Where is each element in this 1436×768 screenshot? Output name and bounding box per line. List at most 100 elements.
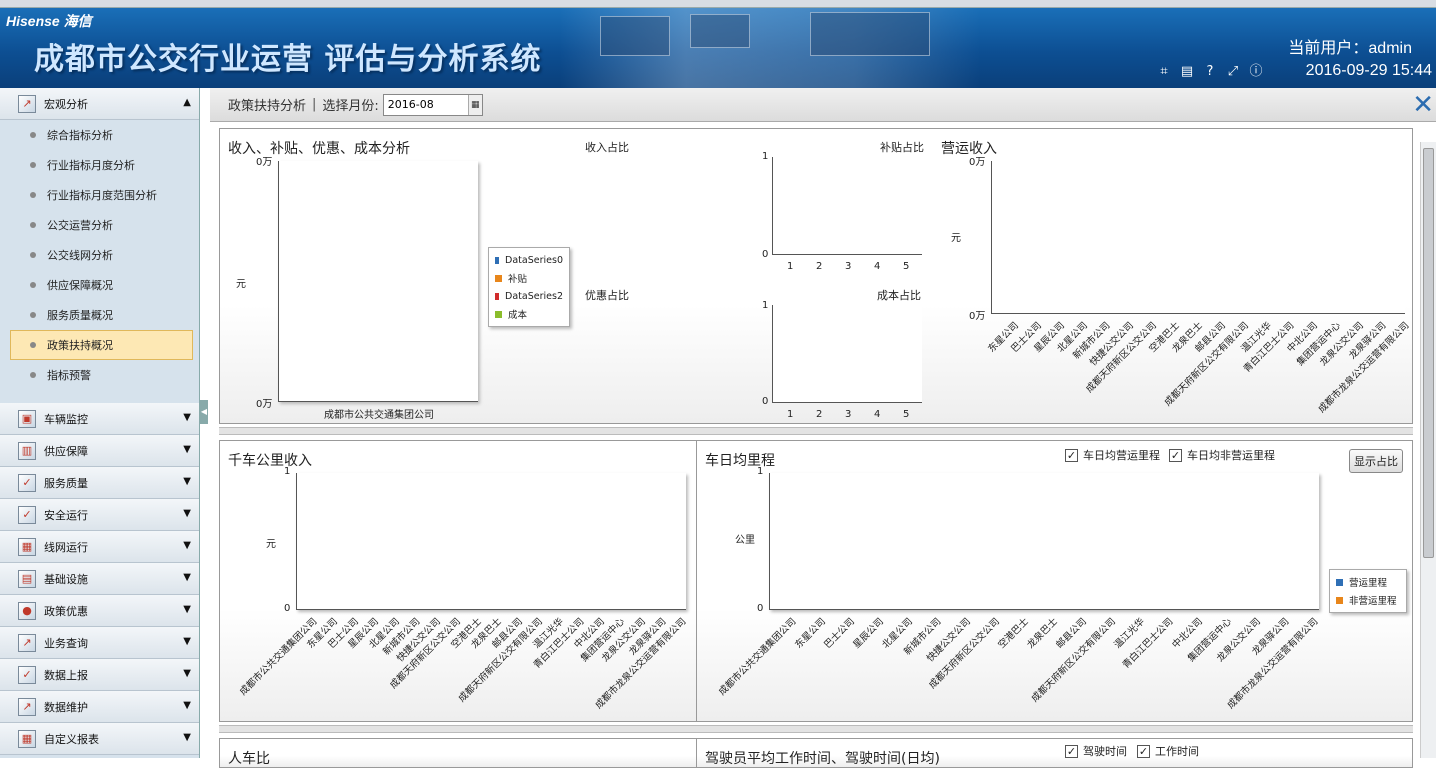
scrollbar-thumb[interactable]	[1423, 148, 1434, 558]
sidebar-group[interactable]: ▦ 自定义报表 ▼	[0, 723, 199, 755]
month-label: 选择月份:	[322, 99, 379, 114]
discount-share-title: 优惠占比	[585, 289, 629, 302]
x-tick: 5	[903, 409, 910, 420]
legend-item: 补贴	[495, 269, 563, 287]
chevron-down-icon: ▼	[183, 732, 191, 743]
x-tick: 1	[787, 261, 794, 272]
checkbox-checked-icon[interactable]: ✓	[1065, 744, 1078, 758]
sidebar-group-macro[interactable]: ↗ 宏观分析 ▲	[0, 88, 199, 120]
sidebar-group[interactable]: ✓ 安全运行 ▼	[0, 499, 199, 531]
checkbox-driving-time[interactable]: ✓ 驾驶时间	[1065, 743, 1127, 759]
sidebar-group[interactable]: ● 政策优惠 ▼	[0, 595, 199, 627]
sidebar-group[interactable]: ▤ 基础设施 ▼	[0, 563, 199, 595]
bus-banner-image	[560, 8, 980, 88]
checkbox-checked-icon[interactable]: ✓	[1065, 448, 1078, 462]
sidebar-item[interactable]: 指标预警	[0, 360, 199, 390]
splitter[interactable]	[219, 725, 1413, 733]
chart-plot	[278, 161, 478, 402]
x-tick: 成都市公共交通集团公司	[238, 616, 320, 698]
cost-share-title: 成本占比	[877, 289, 921, 302]
report-icon: ✓	[18, 665, 36, 684]
y-axis-label: 公里	[735, 535, 755, 546]
breadcrumb: 政策扶持分析	[228, 99, 307, 114]
sidebar-group[interactable]: ↗ 业务查询 ▼	[0, 627, 199, 659]
sidebar-item[interactable]: 供应保障概况	[0, 270, 199, 300]
keyboard-icon[interactable]: ▤	[1179, 64, 1195, 80]
checkbox-operating-mileage[interactable]: ✓ 车日均营运里程	[1065, 447, 1160, 463]
sidebar-item[interactable]: 公交线网分析	[0, 240, 199, 270]
chevron-down-icon: ▼	[183, 508, 191, 519]
chevron-down-icon: ▼	[183, 636, 191, 647]
sidebar-group[interactable]: ▥ 供应保障 ▼	[0, 435, 199, 467]
show-share-button[interactable]: 显示占比	[1349, 449, 1403, 473]
safety-icon: ✓	[18, 505, 36, 524]
panel-title: 千车公里收入	[228, 453, 312, 469]
header-tools: ⌗ ▤ ? ⤢ ⓘ	[1156, 64, 1264, 80]
panel-title: 车日均里程	[705, 453, 775, 469]
current-datetime: 2016-09-29 15:44	[1305, 62, 1432, 79]
quality-icon: ✓	[18, 473, 36, 492]
y-tick: 1	[762, 151, 769, 162]
splitter[interactable]	[219, 427, 1413, 435]
help-icon[interactable]: ?	[1202, 64, 1218, 80]
chart-plot	[296, 473, 686, 610]
close-icon[interactable]: ✕	[1412, 92, 1434, 118]
y-tick: 1	[757, 466, 764, 477]
sidebar-group[interactable]: ✓ 数据上报 ▼	[0, 659, 199, 691]
legend-item: 非营运里程	[1336, 591, 1400, 609]
chevron-down-icon: ▼	[183, 700, 191, 711]
y-tick: 0	[757, 603, 764, 614]
bullet-icon	[30, 132, 36, 138]
month-input[interactable]	[383, 94, 468, 115]
x-tick: 3	[845, 261, 852, 272]
bullet-icon	[30, 312, 36, 318]
bullet-icon	[30, 282, 36, 288]
legend-swatch	[495, 310, 502, 318]
crop-icon[interactable]: ⌗	[1156, 64, 1172, 80]
bullet-icon	[30, 222, 36, 228]
sidebar-collapse-handle[interactable]: ◀	[200, 400, 208, 424]
x-tick: 龙泉巴士	[1025, 616, 1060, 651]
month-picker[interactable]: ▦	[382, 93, 483, 116]
sidebar-group[interactable]: ▣ 车辆监控 ▼	[0, 403, 199, 435]
checkbox-working-time[interactable]: ✓ 工作时间	[1137, 743, 1199, 759]
network-icon: ▦	[18, 537, 36, 556]
chevron-down-icon: ▼	[183, 604, 191, 615]
y-axis-label: 元	[951, 233, 961, 244]
info-icon[interactable]: ⓘ	[1248, 64, 1264, 80]
legend-swatch	[495, 256, 500, 264]
sidebar-item[interactable]: 服务质量概况	[0, 300, 199, 330]
chevron-down-icon: ▼	[183, 668, 191, 679]
bullet-icon	[30, 372, 36, 378]
panel-staff-ratio: 人车比	[219, 738, 697, 768]
toolbar: 政策扶持分析 | 选择月份: ▦	[210, 88, 1436, 122]
checkbox-non-operating-mileage[interactable]: ✓ 车日均非营运里程	[1169, 447, 1275, 463]
sidebar-group[interactable]: ↗ 数据维护 ▼	[0, 691, 199, 723]
current-user: 当前用户：admin	[1288, 40, 1412, 57]
sidebar-item[interactable]: 公交运营分析	[0, 210, 199, 240]
sidebar-group[interactable]: ✓ 服务质量 ▼	[0, 467, 199, 499]
calendar-icon[interactable]: ▦	[467, 94, 482, 115]
x-tick: 4	[874, 409, 881, 420]
sidebar-group[interactable]: ▦ 线网运行 ▼	[0, 531, 199, 563]
sidebar-item[interactable]: 行业指标月度分析	[0, 150, 199, 180]
monitor-icon: ▣	[18, 409, 36, 428]
x-tick: 东星公司	[793, 616, 828, 651]
sidebar-item[interactable]: 综合指标分析	[0, 120, 199, 150]
subsidy-share-title: 补贴占比	[880, 141, 924, 154]
vertical-scrollbar[interactable]	[1420, 142, 1436, 758]
breadcrumb-separator: |	[312, 97, 317, 112]
panel-operating-income: 营运收入 0万 0万 元 东星公司 巴士公司 星辰公司 北星公司 新城市公司 快捷公交公司…	[933, 128, 1413, 424]
app-header: Hisense 海信 成都市公交行业运营 评估与分析系统 当前用户：admin …	[0, 8, 1436, 88]
cost-share-plot	[772, 305, 922, 403]
checkbox-checked-icon[interactable]: ✓	[1137, 744, 1150, 758]
browser-bar	[0, 0, 1436, 8]
x-tick: 2	[816, 261, 823, 272]
sidebar-item-active[interactable]: 政策扶持概况	[10, 330, 193, 360]
y-axis-label: 元	[266, 539, 276, 550]
checkbox-checked-icon[interactable]: ✓	[1169, 448, 1182, 462]
y-tick: 0	[284, 603, 291, 614]
fullscreen-icon[interactable]: ⤢	[1225, 64, 1241, 80]
sidebar-item[interactable]: 行业指标月度范围分析	[0, 180, 199, 210]
